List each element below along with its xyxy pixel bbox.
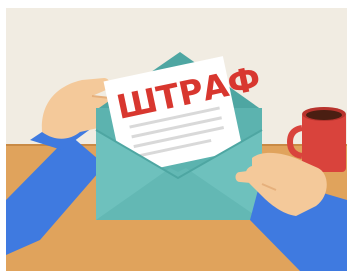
illustration-scene: ШТРАФ <box>6 8 347 271</box>
